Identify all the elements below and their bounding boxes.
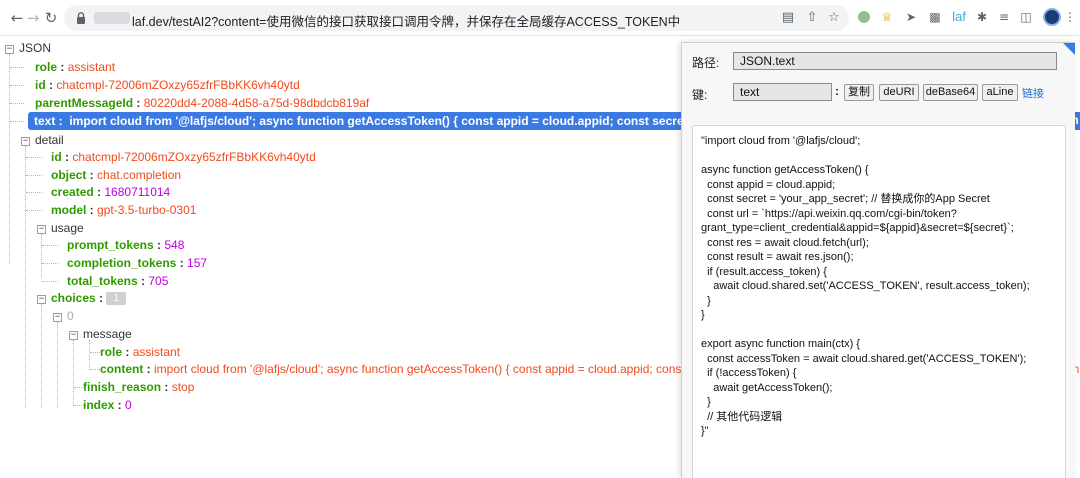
tree-guide xyxy=(26,157,42,158)
value-text: assistant xyxy=(67,60,116,74)
more-menu-icon[interactable]: ⋮ xyxy=(1064,9,1076,25)
value-textarea[interactable]: "import cloud from '@lafjs/cloud'; async… xyxy=(692,125,1066,478)
value-text: gpt-3.5-turbo-0301 xyxy=(97,203,197,217)
tree-guide xyxy=(10,121,24,122)
tree-row-total-tokens[interactable]: total_tokens : 705 xyxy=(67,273,168,290)
share-icon[interactable]: ⇧ xyxy=(804,10,820,26)
tree-root-label[interactable]: JSON xyxy=(19,40,51,57)
panel-corner-marker-icon xyxy=(1063,43,1075,55)
lock-icon[interactable] xyxy=(74,11,88,25)
key-field[interactable]: text xyxy=(733,83,832,101)
value-text: 548 xyxy=(164,238,185,252)
key-label: 键: xyxy=(692,88,708,102)
blurred-host xyxy=(94,12,130,24)
path-label: 路径: xyxy=(692,56,720,70)
copy-button[interactable]: 复制 xyxy=(844,84,874,101)
value-text: chat.completion xyxy=(97,168,182,182)
extension-crown-icon[interactable]: ♕ xyxy=(879,9,895,25)
collapse-toggle-icon[interactable]: − xyxy=(37,295,46,304)
tree-row-message-role[interactable]: role : assistant xyxy=(100,344,180,361)
tree-guide xyxy=(89,340,90,370)
tree-row-prompt-tokens[interactable]: prompt_tokens : 548 xyxy=(67,237,184,254)
value-text: 705 xyxy=(148,274,169,288)
tree-row-object[interactable]: object : chat.completion xyxy=(51,167,181,184)
profile-avatar[interactable] xyxy=(1043,8,1061,26)
send-icon[interactable]: ➤ xyxy=(903,9,919,25)
link-anchor[interactable]: 链接 xyxy=(1022,85,1044,101)
array-count-badge: 1 xyxy=(106,292,126,306)
side-panel-icon[interactable]: ◫ xyxy=(1018,9,1034,25)
forward-arrow-icon[interactable]: → xyxy=(24,9,42,27)
extension-green-dot-icon[interactable] xyxy=(858,11,870,23)
value-text: 1680711014 xyxy=(104,185,171,199)
tree-guide xyxy=(41,234,42,278)
translate-icon[interactable]: ▤ xyxy=(780,10,796,26)
tree-row-created[interactable]: created : 1680711014 xyxy=(51,184,170,201)
reading-list-icon[interactable]: ≡ xyxy=(996,9,1012,25)
tree-guide xyxy=(25,146,26,408)
tree-row-completion-tokens[interactable]: completion_tokens : 157 xyxy=(67,255,207,272)
tree-guide xyxy=(10,85,24,86)
value-text: 80220dd4-2088-4d58-a75d-98dbdcb819af xyxy=(143,96,370,110)
value-text: 0 xyxy=(125,398,132,412)
laf-extension-icon[interactable]: laf xyxy=(949,9,969,25)
debase64-button[interactable]: deBase64 xyxy=(923,84,978,101)
address-bar[interactable]: laf.dev/testAI2?content=使用微信的接口获取接口调用令牌，… xyxy=(64,5,849,31)
deuri-button[interactable]: deURI xyxy=(879,84,919,101)
key-colon: : xyxy=(835,84,839,98)
extensions-puzzle-icon[interactable]: ✱ xyxy=(974,9,990,25)
tree-guide xyxy=(10,103,24,104)
tree-node-detail[interactable]: detail xyxy=(35,132,64,149)
tree-guide xyxy=(10,67,24,68)
tree-guide xyxy=(42,281,58,282)
tree-guide xyxy=(42,245,58,246)
tree-row-detail-id[interactable]: id : chatcmpl-72006mZOxzy65zfrFBbKK6vh40… xyxy=(51,149,316,166)
tree-guide xyxy=(57,322,58,408)
browser-toolbar: ← → ↻ laf.dev/testAI2?content=使用微信的接口获取接… xyxy=(0,0,1080,36)
collapse-toggle-icon[interactable]: − xyxy=(21,137,30,146)
value-text: chatcmpl-72006mZOxzy65zfrFBbKK6vh40ytd xyxy=(72,150,316,164)
value-text: stop xyxy=(171,380,195,394)
collapse-toggle-icon[interactable]: − xyxy=(37,225,46,234)
collapse-toggle-icon[interactable]: − xyxy=(69,331,78,340)
aline-button[interactable]: aLine xyxy=(982,84,1018,101)
tree-row-id[interactable]: id : chatcmpl-72006mZOxzy65zfrFBbKK6vh40… xyxy=(35,77,300,94)
tree-node-message[interactable]: message xyxy=(83,326,132,343)
extension-mask-icon[interactable]: ▩ xyxy=(927,9,943,25)
tree-row-message-content[interactable]: content : import cloud from '@lafjs/clou… xyxy=(100,361,760,378)
tree-node-index-0[interactable]: 0 xyxy=(67,308,74,325)
url-text[interactable]: laf.dev/testAI2?content=使用微信的接口获取接口调用令牌，… xyxy=(132,11,680,30)
tree-row-role[interactable]: role : assistant xyxy=(35,59,115,76)
value-text: import cloud from '@lafjs/cloud'; async … xyxy=(154,362,761,376)
tree-row-finish-reason[interactable]: finish_reason : stop xyxy=(83,379,194,396)
tree-guide xyxy=(26,192,42,193)
tree-guide xyxy=(42,263,58,264)
value-text: chatcmpl-72006mZOxzy65zfrFBbKK6vh40ytd xyxy=(56,78,300,92)
tree-row-model[interactable]: model : gpt-3.5-turbo-0301 xyxy=(51,202,196,219)
tree-guide xyxy=(41,304,42,408)
tree-guide xyxy=(26,210,42,211)
tree-node-choices[interactable]: choices : 1 xyxy=(51,290,126,307)
bookmark-star-icon[interactable]: ☆ xyxy=(826,10,842,26)
tree-row-parent-message-id[interactable]: parentMessageId : 80220dd4-2088-4d58-a75… xyxy=(35,95,369,112)
value-text: 157 xyxy=(187,256,208,270)
value-inspector-panel: 路径: JSON.text 键: text : 复制 deURI deBase6… xyxy=(681,42,1075,478)
collapse-toggle-icon[interactable]: − xyxy=(5,45,14,54)
collapse-toggle-icon[interactable]: − xyxy=(53,313,62,322)
tree-guide xyxy=(26,175,42,176)
path-field[interactable]: JSON.text xyxy=(733,52,1057,70)
tree-row-index[interactable]: index : 0 xyxy=(83,397,132,414)
tree-guide xyxy=(73,340,74,406)
reload-icon[interactable]: ↻ xyxy=(42,9,60,27)
value-text: assistant xyxy=(132,345,181,359)
tree-node-usage[interactable]: usage xyxy=(51,220,84,237)
